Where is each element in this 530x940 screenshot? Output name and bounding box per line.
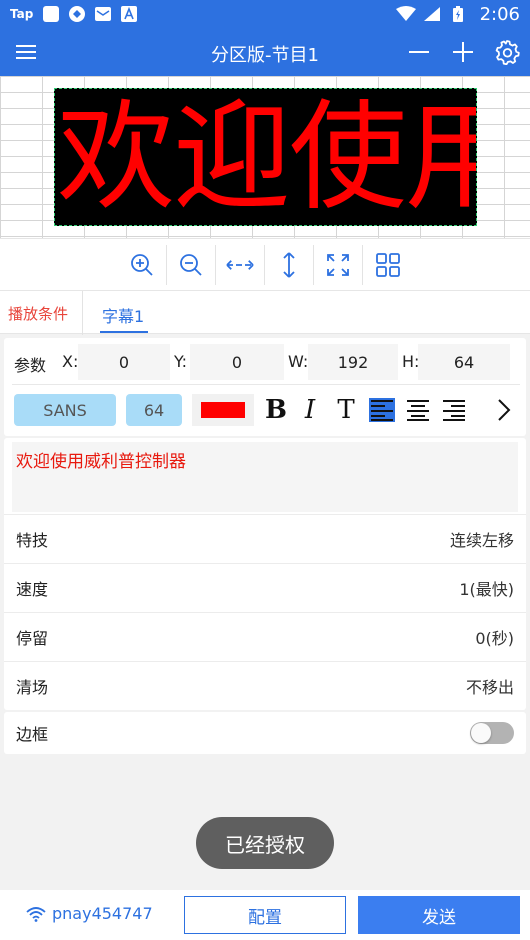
- text-settings-card: 欢迎使用威利普控制器 特技 连续左移 速度 1(最快) 停留 0(秒) 清场 不…: [4, 438, 526, 710]
- plus-icon[interactable]: [448, 37, 478, 67]
- tab-subtitle[interactable]: 字幕1: [102, 303, 144, 327]
- status-bar: Tap 2:06: [0, 0, 530, 28]
- italic-button[interactable]: I: [294, 394, 326, 426]
- fullscreen-icon[interactable]: [314, 244, 363, 285]
- settings-gear-icon[interactable]: [492, 37, 522, 67]
- grid-view-icon[interactable]: [363, 245, 412, 285]
- border-toggle[interactable]: [470, 722, 514, 744]
- effect-value: 连续左移: [449, 531, 514, 550]
- led-preview[interactable]: 欢迎使用: [54, 88, 477, 226]
- speed-value: 1(最快): [459, 580, 514, 599]
- wifi-name: pnay454747: [52, 904, 153, 923]
- w-label: W:: [288, 352, 309, 371]
- stay-label: 停留: [16, 629, 49, 648]
- battery-icon: [448, 5, 468, 23]
- bottom-bar: pnay454747 配置 发送: [0, 890, 530, 940]
- canvas-toolbar: [0, 238, 530, 290]
- align-left-icon[interactable]: [366, 394, 398, 426]
- subtitle-text-input[interactable]: 欢迎使用威利普控制器: [12, 442, 518, 512]
- h-input[interactable]: 64: [418, 344, 510, 380]
- params-divider: [12, 384, 520, 385]
- speed-label: 速度: [16, 580, 49, 599]
- sync-notification-icon: [67, 5, 87, 23]
- effect-row[interactable]: 特技 连续左移: [4, 514, 526, 563]
- tab-play-condition[interactable]: 播放条件: [8, 303, 68, 324]
- wifi-status[interactable]: pnay454747: [26, 904, 153, 923]
- status-time: 2:06: [479, 3, 520, 25]
- fit-width-icon[interactable]: [216, 244, 265, 285]
- minus-icon[interactable]: [404, 37, 434, 67]
- border-row: 边框: [4, 712, 526, 754]
- app-bar: 分区版-节目1: [0, 28, 530, 76]
- speed-row[interactable]: 速度 1(最快): [4, 563, 526, 612]
- config-button[interactable]: 配置: [184, 896, 346, 934]
- led-canvas-area[interactable]: 欢迎使用: [0, 76, 530, 238]
- toast-message: 已经授权: [196, 817, 334, 869]
- square-notification-icon: [41, 5, 61, 23]
- stay-value: 0(秒): [475, 629, 514, 648]
- clear-value: 不移出: [465, 678, 514, 697]
- stay-row[interactable]: 停留 0(秒): [4, 612, 526, 661]
- y-label: Y:: [174, 352, 188, 371]
- align-right-icon[interactable]: [438, 394, 470, 426]
- x-input[interactable]: 0: [78, 344, 170, 380]
- y-input[interactable]: 0: [190, 344, 284, 380]
- border-label: 边框: [16, 725, 49, 744]
- led-preview-text: 欢迎使用: [57, 88, 477, 226]
- cell-signal-icon: [422, 5, 442, 23]
- zoom-in-icon[interactable]: [118, 244, 167, 285]
- tab-active-indicator: [100, 331, 148, 333]
- zoom-out-icon[interactable]: [167, 244, 216, 285]
- wifi-signal-icon: [395, 5, 416, 23]
- x-label: X:: [62, 352, 79, 371]
- align-center-icon[interactable]: [402, 394, 434, 426]
- send-button[interactable]: 发送: [358, 896, 520, 934]
- w-input[interactable]: 192: [308, 344, 398, 380]
- toggle-knob: [471, 723, 491, 743]
- tab-bar: 播放条件 字幕1: [0, 290, 530, 335]
- bold-button[interactable]: B: [260, 394, 292, 426]
- font-size-button[interactable]: 64: [126, 394, 182, 426]
- font-color-button[interactable]: [192, 394, 254, 426]
- font-notification-icon: [119, 5, 139, 23]
- params-label: 参数: [14, 356, 47, 375]
- chevron-right-icon[interactable]: [488, 394, 520, 426]
- tab-divider: [82, 291, 83, 335]
- effect-label: 特技: [16, 531, 49, 550]
- wifi-icon: [26, 906, 46, 922]
- text-style-button[interactable]: T: [330, 394, 362, 426]
- status-app-label: Tap: [10, 7, 34, 21]
- clear-label: 清场: [16, 678, 49, 697]
- menu-icon[interactable]: [12, 38, 40, 66]
- h-label: H:: [402, 352, 420, 371]
- font-color-swatch: [201, 402, 245, 418]
- params-card: 参数 X: 0 Y: 0 W: 192 H: 64 SANS 64 B I T: [4, 338, 526, 436]
- mail-notification-icon: [93, 5, 113, 23]
- font-family-button[interactable]: SANS: [14, 394, 116, 426]
- clear-row[interactable]: 清场 不移出: [4, 661, 526, 710]
- fit-height-icon[interactable]: [265, 244, 314, 285]
